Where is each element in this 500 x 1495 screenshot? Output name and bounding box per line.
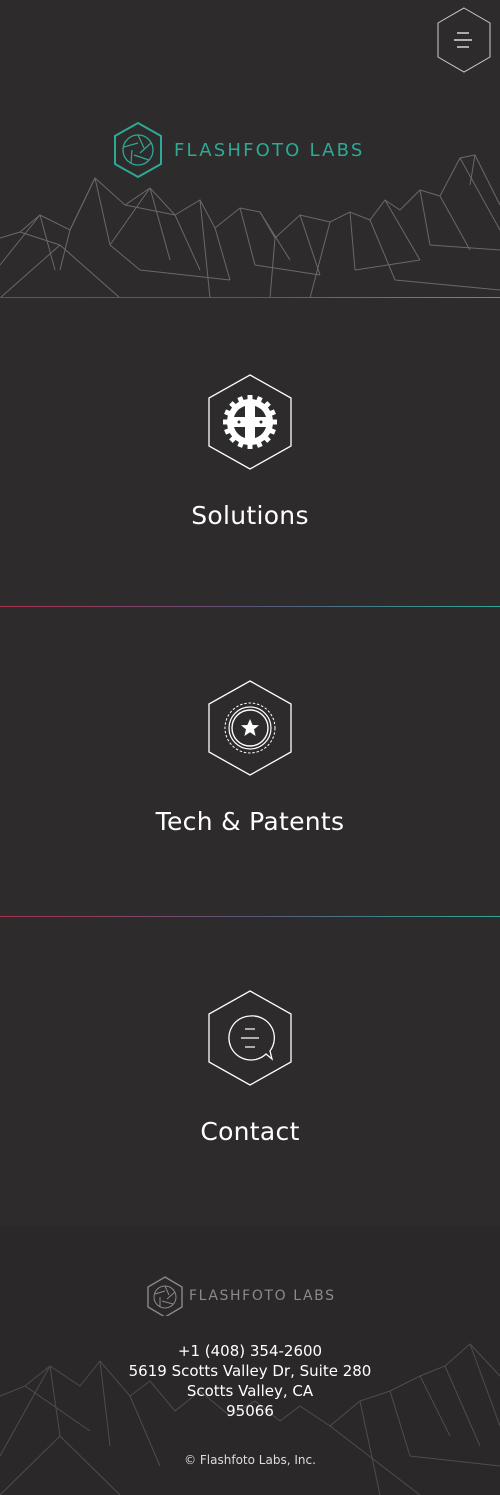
menu-button[interactable] bbox=[435, 6, 493, 74]
footer-phone[interactable]: +1 (408) 354-2600 bbox=[0, 1341, 500, 1361]
star-badge-icon bbox=[208, 680, 292, 776]
solutions-label: Solutions bbox=[191, 501, 309, 530]
footer-copyright: © Flashfoto Labs, Inc. bbox=[184, 1453, 316, 1467]
footer-address-line2: Scotts Valley, CA bbox=[186, 1382, 314, 1400]
site-footer: FLASHFOTO LABS +1 (408) 354-2600 5619 Sc… bbox=[0, 1226, 500, 1495]
section-contact[interactable]: Contact bbox=[0, 917, 500, 1225]
section-tech-patents[interactable]: Tech & Patents bbox=[0, 607, 500, 915]
chat-bubble-icon bbox=[208, 990, 292, 1086]
aperture-logo-icon bbox=[114, 121, 162, 179]
aperture-logo-icon bbox=[147, 1276, 183, 1318]
tech-patents-label: Tech & Patents bbox=[155, 807, 345, 836]
section-solutions[interactable]: Solutions bbox=[0, 298, 500, 606]
hamburger-menu-icon bbox=[437, 7, 491, 73]
gear-wheel-icon bbox=[208, 374, 292, 470]
footer-brand-name: FLASHFOTO LABS bbox=[189, 1288, 336, 1304]
brand-name: FLASHFOTO LABS bbox=[174, 140, 365, 161]
footer-zip: 95066 bbox=[226, 1402, 274, 1420]
site-header: FLASHFOTO LABS bbox=[0, 0, 500, 298]
footer-address-line1: 5619 Scotts Valley Dr, Suite 280 bbox=[128, 1362, 372, 1380]
contact-label: Contact bbox=[200, 1117, 300, 1146]
